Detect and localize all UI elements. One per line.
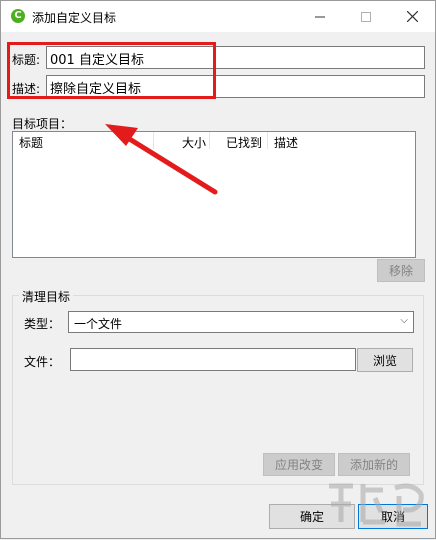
annotation-arrow [105,124,218,195]
watermark-logo-icon [329,483,424,527]
dialog-window: C 添加自定义目标 标题: 001 自定义目标 描述: 擦除自定义目标 目标项目… [0,0,436,539]
